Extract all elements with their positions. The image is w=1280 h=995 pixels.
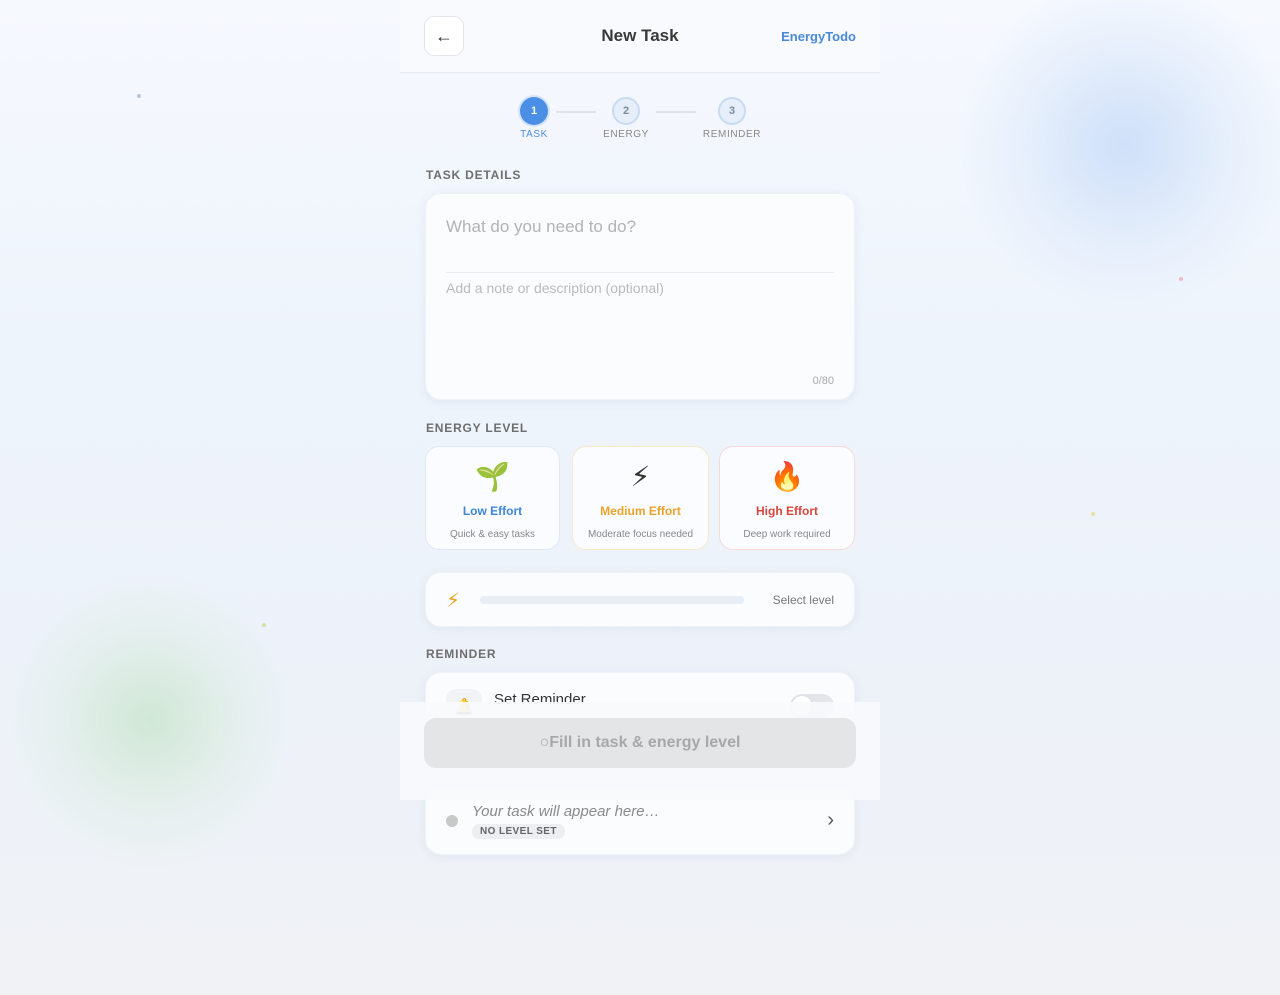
chevron-right-icon: › — [827, 809, 834, 831]
energy-option-subtitle: Quick & easy tasks — [449, 529, 536, 540]
background-blob-green — [10, 570, 290, 870]
energy-meter-status: Select level — [772, 593, 834, 607]
fire-icon: 🔥 — [769, 461, 805, 492]
new-task-screen: ← New Task EnergyTodo 1 2 3 TASK ENERGY … — [400, 0, 880, 995]
step-3-circle[interactable]: 3 — [718, 97, 746, 125]
app-header: ← New Task EnergyTodo — [400, 0, 880, 73]
decor-dot — [262, 623, 266, 627]
energy-option-subtitle: Deep work required — [743, 529, 831, 540]
energy-meter-card: ⚡ Select level — [425, 572, 855, 627]
task-note-input[interactable]: Add a note or description (optional) — [446, 280, 664, 296]
decor-dot — [1179, 277, 1183, 281]
energy-option-medium[interactable]: ⚡ Medium Effort Moderate focus needed — [572, 446, 709, 550]
background-blob-blue — [960, 0, 1280, 310]
task-details-card: What do you need to do? Add a note or de… — [425, 193, 855, 400]
decor-dot — [137, 94, 141, 98]
step-1-label: TASK — [520, 129, 548, 140]
decor-dot — [1091, 512, 1095, 516]
task-title-input[interactable]: What do you need to do? — [446, 217, 636, 237]
char-counter: 0/80 — [812, 375, 834, 387]
reminder-heading: REMINDER — [426, 647, 497, 661]
level-indicator-dot — [446, 815, 458, 827]
step-connector — [656, 111, 696, 113]
divider — [446, 272, 834, 273]
step-2-circle[interactable]: 2 — [612, 97, 640, 125]
task-details-heading: TASK DETAILS — [426, 168, 522, 182]
energy-option-title: High Effort — [756, 504, 818, 518]
energy-option-title: Low Effort — [462, 504, 523, 518]
lightning-icon: ⚡ — [446, 590, 461, 612]
step-connector — [556, 111, 596, 113]
level-badge: NO LEVEL SET — [472, 824, 565, 839]
action-footer: ○Fill in task & energy level — [400, 702, 880, 800]
task-preview-text: Your task will appear here… — [472, 803, 660, 820]
energy-level-heading: ENERGY LEVEL — [426, 421, 529, 435]
energy-option-high[interactable]: 🔥 High Effort Deep work required — [719, 446, 855, 550]
lightning-icon: ⚡ — [630, 461, 651, 492]
step-indicator: 1 2 3 TASK ENERGY REMINDER — [400, 97, 880, 147]
energy-option-title: Medium Effort — [600, 504, 681, 518]
energy-option-subtitle: Moderate focus needed — [587, 529, 694, 540]
step-2-label: ENERGY — [603, 129, 649, 140]
brand-link[interactable]: EnergyTodo — [781, 29, 856, 44]
submit-button[interactable]: ○Fill in task & energy level — [424, 718, 856, 768]
energy-meter-track — [480, 596, 744, 604]
seedling-icon: 🌱 — [475, 461, 510, 492]
step-3-label: REMINDER — [702, 129, 762, 140]
energy-option-low[interactable]: 🌱 Low Effort Quick & easy tasks — [425, 446, 560, 550]
step-1-circle[interactable]: 1 — [520, 97, 548, 125]
